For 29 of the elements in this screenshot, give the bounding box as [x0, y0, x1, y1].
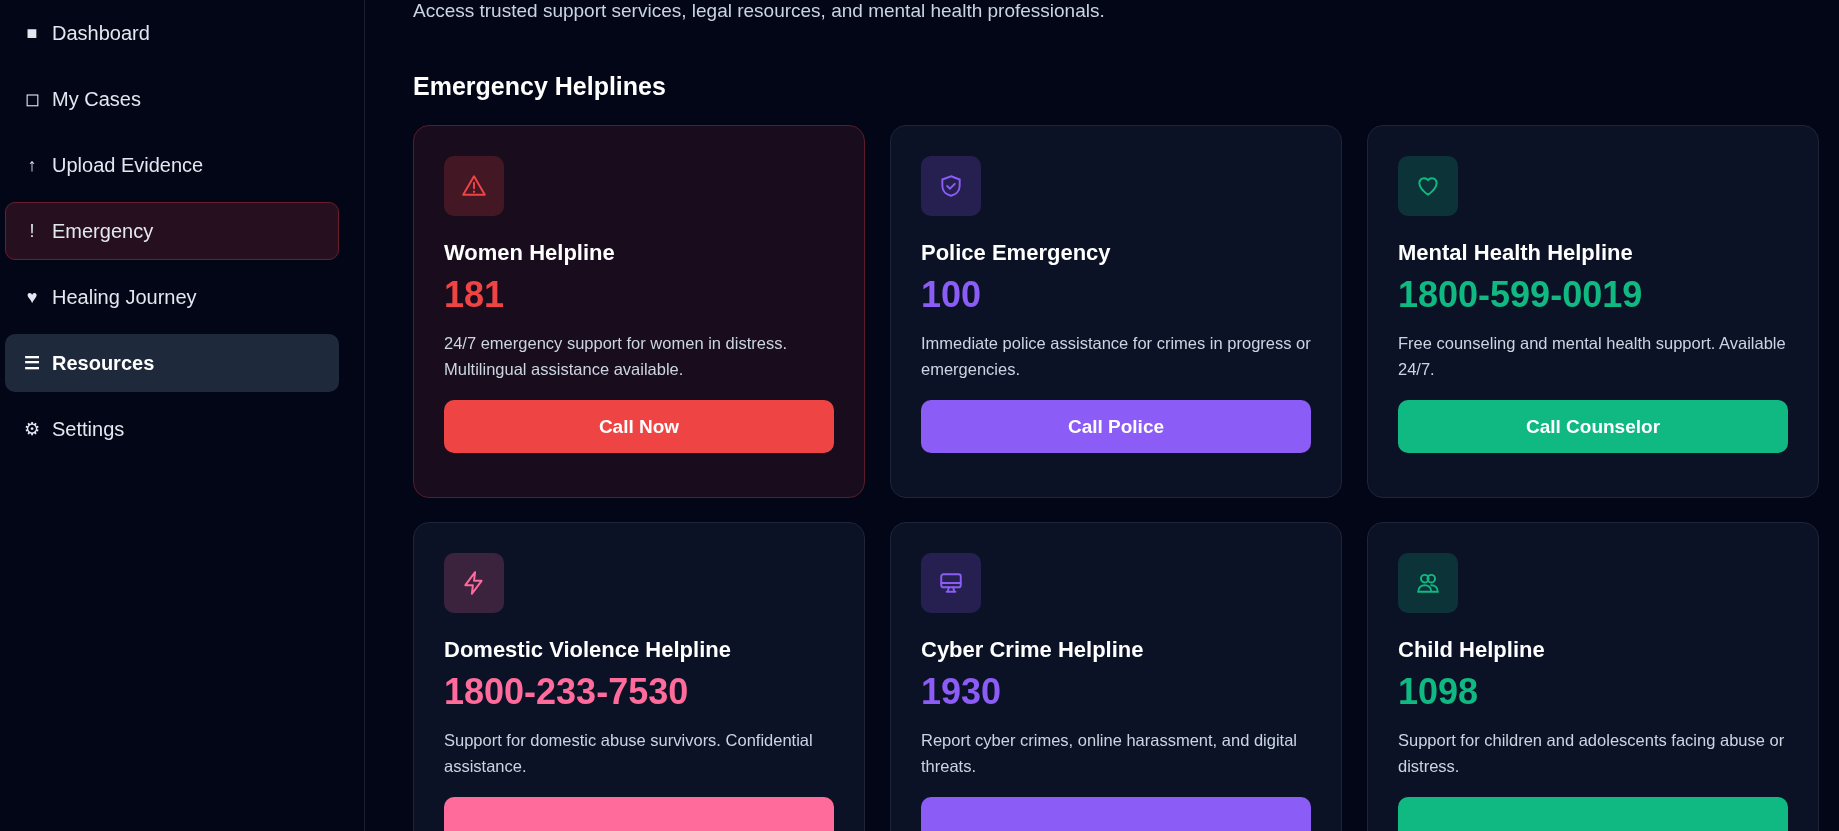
call-button[interactable]: Call Now	[444, 400, 834, 453]
sidebar-item[interactable]: ☰ Resources	[5, 334, 339, 392]
sidebar-item[interactable]: ! Emergency	[5, 202, 339, 260]
sidebar-item[interactable]: ♥ Healing Journey	[5, 268, 339, 326]
helpline-title: Police Emergency	[921, 240, 1112, 266]
sidebar-item[interactable]: ◻ My Cases	[5, 70, 339, 128]
helpline-description: Report cyber crimes, online harassment, and digital threats.	[921, 730, 1298, 777]
helpline-description: Immediate police assistance for crimes in progress or emergencies.	[921, 333, 1311, 380]
helpline-title: Cyber Crime Helpline	[921, 637, 1145, 663]
helpline-number: 1098	[1398, 671, 1480, 713]
helpline-title: Women Helpline	[444, 240, 616, 266]
section-title: Emergency Helplines	[413, 72, 667, 101]
helpline-description: Support for domestic abuse survivors. Confidential assistance.	[444, 730, 814, 777]
helpline-description: 24/7 emergency support for women in distress. Multilingual assistance available.	[444, 333, 788, 380]
helpline-description: Free counseling and mental health support. Available 24/7.	[1398, 333, 1787, 380]
helpline-title: Child Helpline	[1398, 637, 1546, 663]
helpline-number: 181	[444, 274, 506, 316]
helpline-title: Mental Health Helpline	[1398, 240, 1634, 266]
sidebar-item[interactable]: ■ Dashboard	[5, 4, 339, 62]
sidebar-item[interactable]: ⚙ Settings	[5, 400, 339, 458]
helpline-number: 1800-233-7530	[444, 671, 690, 713]
helpline-description: Support for children and adolescents facing abuse or distress.	[1398, 730, 1786, 777]
helpline-number: 100	[921, 274, 983, 316]
helpline-number: 1930	[921, 671, 1003, 713]
call-button[interactable]: Call Police	[921, 400, 1311, 453]
page-subtitle: Access trusted support services, legal resources, and mental health professionals.	[413, 0, 1106, 22]
sidebar-item[interactable]: ↑ Upload Evidence	[5, 136, 339, 194]
helpline-title: Domestic Violence Helpline	[444, 637, 732, 663]
helpline-number: 1800-599-0019	[1398, 274, 1644, 316]
